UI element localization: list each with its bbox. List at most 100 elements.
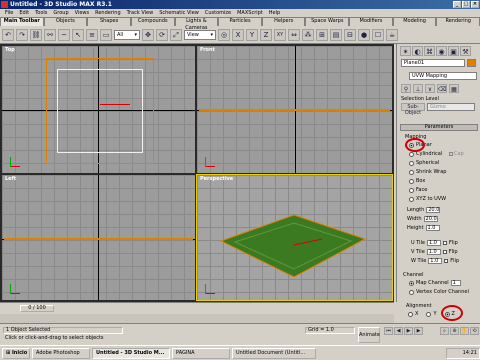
taskbar-item-pagina[interactable]: PAGINA xyxy=(172,347,230,359)
render-scene-icon[interactable]: ☐ xyxy=(372,28,384,41)
width-spinner[interactable]: Width 20.0 xyxy=(407,216,438,222)
tab-compounds[interactable]: Compounds xyxy=(130,17,175,26)
minimize-button[interactable]: _ xyxy=(453,1,461,8)
link-icon[interactable]: ⛓ xyxy=(30,28,42,41)
uvw-gizmo[interactable] xyxy=(57,69,143,153)
wtile-spinner[interactable]: W Tile 1.0 Flip xyxy=(411,258,459,264)
menu-file[interactable]: File xyxy=(5,9,13,17)
hierarchy-tab-icon[interactable]: ⌘ xyxy=(424,46,435,56)
menu-views[interactable]: Views xyxy=(75,9,89,17)
viewport-left[interactable]: Left xyxy=(2,175,195,300)
pivot-center-icon[interactable]: ◎ xyxy=(218,28,230,41)
vtile-spinner[interactable]: V Tile 1.0 Flip xyxy=(411,249,458,255)
modify-tab-icon[interactable]: ◐ xyxy=(412,46,423,56)
restrict-z-icon[interactable]: Z xyxy=(260,28,272,41)
menu-rendering[interactable]: Rendering xyxy=(95,9,121,17)
tab-space-warps[interactable]: Space Warps xyxy=(305,17,350,26)
mapping-spherical-radio[interactable]: Spherical xyxy=(409,160,439,166)
tab-rendering[interactable]: Rendering xyxy=(436,17,480,26)
remove-modifier-icon[interactable]: ⌫ xyxy=(437,84,447,93)
unlink-icon[interactable]: ⚯ xyxy=(44,28,56,41)
animate-button[interactable]: Animate xyxy=(358,327,380,343)
menu-tools[interactable]: Tools xyxy=(35,9,47,17)
vtile-field[interactable]: 1.0 xyxy=(426,249,441,255)
schematic-view-icon[interactable]: ⊟ xyxy=(344,28,356,41)
restrict-x-icon[interactable]: X xyxy=(232,28,244,41)
tab-lights-cameras[interactable]: Lights & Cameras xyxy=(174,17,219,31)
create-tab-icon[interactable]: ✶ xyxy=(400,46,411,56)
menu-maxscript[interactable]: MAXScript xyxy=(237,9,263,17)
sub-object-button[interactable]: Sub-Object xyxy=(401,103,425,116)
array-icon[interactable]: ⁂ xyxy=(302,28,314,41)
taskbar-item-3dsmax[interactable]: Untitled - 3D Studio M... xyxy=(92,347,170,359)
width-field[interactable]: 20.0 xyxy=(423,216,438,222)
tab-helpers[interactable]: Helpers xyxy=(261,17,306,26)
zoom-icon[interactable]: ⌕ xyxy=(440,327,449,335)
length-spinner[interactable]: Length 20.0 xyxy=(407,207,441,213)
utile-field[interactable]: 1.0 xyxy=(427,240,442,246)
taskbar-item-document[interactable]: Untitled Document (Untitl... xyxy=(232,347,316,359)
mapping-shrink-wrap-radio[interactable]: Shrink Wrap xyxy=(409,169,446,175)
arc-rotate-icon[interactable]: ⟲ xyxy=(470,327,479,335)
time-slider[interactable]: 0 / 100 xyxy=(0,302,394,314)
restrict-y-icon[interactable]: Y xyxy=(246,28,258,41)
track-view-icon[interactable]: ▤ xyxy=(330,28,342,41)
vertex-color-channel-radio[interactable]: Vertex Color Channel xyxy=(409,289,469,295)
modifier-stack-dropdown[interactable]: UVW Mapping xyxy=(409,72,477,80)
menu-help[interactable]: Help xyxy=(269,9,280,17)
motion-tab-icon[interactable]: ◉ xyxy=(436,46,447,56)
quick-render-icon[interactable]: ☕ xyxy=(386,28,398,41)
tab-objects[interactable]: Objects xyxy=(43,17,88,26)
menu-group[interactable]: Group xyxy=(53,9,68,17)
viewport-label[interactable]: Left xyxy=(5,176,16,182)
select-by-name-icon[interactable]: ≡ xyxy=(86,28,98,41)
undo-icon[interactable]: ↶ xyxy=(2,28,14,41)
mapping-box-radio[interactable]: Box xyxy=(409,178,425,184)
viewport-top[interactable]: Top xyxy=(2,46,195,173)
pan-icon[interactable]: ✋ xyxy=(460,327,469,335)
close-button[interactable]: × xyxy=(471,1,479,8)
material-editor-icon[interactable]: ● xyxy=(358,28,370,41)
restrict-xy-button[interactable]: XY xyxy=(274,28,286,41)
sub-object-dropdown[interactable]: Gizmo xyxy=(427,103,475,111)
reference-coordinate-dropdown[interactable]: View ▾ xyxy=(184,29,216,40)
menu-schematic-view[interactable]: Schematic View xyxy=(159,9,199,17)
pin-stack-icon[interactable]: ⚲ xyxy=(401,84,411,93)
utilities-tab-icon[interactable]: ⚒ xyxy=(460,46,471,56)
utile-spinner[interactable]: U Tile 1.0 Flip xyxy=(411,240,458,246)
viewport-perspective[interactable]: Perspective xyxy=(196,174,393,301)
vtile-flip-checkbox[interactable] xyxy=(442,250,447,254)
mapping-xyz-to-uvw-radio[interactable]: XYZ to UVW xyxy=(409,196,446,202)
height-field[interactable]: 1.0 xyxy=(425,225,440,231)
track-bar[interactable] xyxy=(0,314,394,323)
wtile-field[interactable]: 1.0 xyxy=(428,258,443,264)
viewport-label[interactable]: Top xyxy=(5,47,15,53)
alignment-y-radio[interactable]: Y xyxy=(426,311,437,317)
mirror-icon[interactable]: ⇔ xyxy=(288,28,300,41)
time-slider-thumb[interactable]: 0 / 100 xyxy=(20,305,54,312)
cap-checkbox[interactable]: Cap xyxy=(449,151,464,157)
utile-flip-checkbox[interactable] xyxy=(443,241,448,245)
tab-particles[interactable]: Particles xyxy=(218,17,262,26)
region-select-icon[interactable]: ▭ xyxy=(100,28,112,41)
menu-customize[interactable]: Customize xyxy=(205,9,231,17)
menu-edit[interactable]: Edit xyxy=(19,9,29,17)
align-icon[interactable]: ⊞ xyxy=(316,28,328,41)
zoom-all-icon[interactable]: ⊕ xyxy=(450,327,459,335)
length-field[interactable]: 20.0 xyxy=(426,207,441,213)
tab-modeling[interactable]: Modeling xyxy=(392,17,437,26)
plane-object[interactable] xyxy=(4,238,193,240)
map-channel-radio[interactable]: Map Channel 1 xyxy=(409,280,461,286)
bind-spacewarp-icon[interactable]: ~ xyxy=(58,28,70,41)
show-end-result-icon[interactable]: ⊥ xyxy=(413,84,423,93)
previous-frame-icon[interactable]: ◀ xyxy=(394,327,403,335)
make-unique-icon[interactable]: ∨ xyxy=(425,84,435,93)
start-button[interactable]: ⊞ Inicio xyxy=(2,347,30,359)
object-color-swatch[interactable] xyxy=(467,59,476,67)
maximize-button[interactable]: □ xyxy=(462,1,470,8)
object-name-field[interactable]: Plane01 xyxy=(401,59,465,67)
viewport-label[interactable]: Front xyxy=(200,47,215,53)
parameters-rollout-header[interactable]: Parameters xyxy=(400,124,478,131)
redo-icon[interactable]: ↷ xyxy=(16,28,28,41)
mapping-face-radio[interactable]: Face xyxy=(409,187,427,193)
